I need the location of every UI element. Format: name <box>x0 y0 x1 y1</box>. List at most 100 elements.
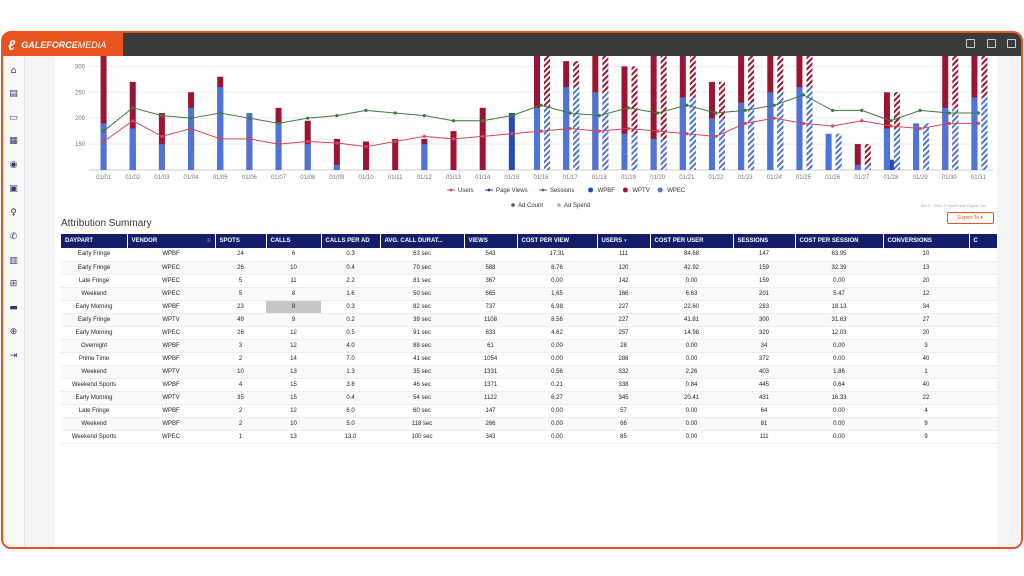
cart-icon[interactable]: ⊞ <box>8 279 19 290</box>
table-row[interactable]: Weekend Sports WPEC 1 13 13.0 100 sec 343 0.00 8… <box>61 430 997 444</box>
bar-wpec <box>796 87 803 170</box>
phone-icon[interactable]: ✆ <box>8 232 19 243</box>
column-header[interactable]: COST PER USER <box>650 234 734 248</box>
x-tick-label: 01/25 <box>796 175 812 181</box>
table-cell: 13 <box>883 261 969 275</box>
table-cell: WPTV <box>127 313 215 327</box>
column-header[interactable]: COST PER VIEW <box>517 234 598 248</box>
table-row[interactable]: Early Morning WPBF 23 8 0.3 82 sec 737 6.98 227 2… <box>61 300 997 314</box>
table-cell: 201 <box>733 287 795 301</box>
column-menu-icon[interactable]: ≡ <box>207 238 211 244</box>
table-cell: 1.86 <box>795 365 883 379</box>
table-row[interactable]: Weekend WPBF 2 10 5.0 118 sec 266 0.00 66 0.00 81 0… <box>61 417 997 431</box>
column-header[interactable]: C <box>969 234 998 248</box>
table-row[interactable]: Early Fringe WPEC 26 10 0.4 70 sec 588 8.76 120 4… <box>61 261 997 275</box>
table-row[interactable]: Weekend WPTV 10 13 1.3 35 sec 1331 0.56 332 2.26 4… <box>61 365 997 379</box>
table-cell: 8 <box>266 300 321 314</box>
table-cell: 147 <box>733 248 795 262</box>
table-cell: 11 <box>266 274 321 288</box>
column-header[interactable]: VENDOR ≡ <box>127 234 216 248</box>
table-cell: 66 <box>597 417 650 431</box>
column-header[interactable]: USERS ▾ <box>597 234 651 248</box>
bar-wpec <box>333 164 340 170</box>
table-cell: WPBF <box>127 378 215 392</box>
legend-marker <box>588 187 594 193</box>
table-cell: 1331 <box>464 365 517 379</box>
table-cell <box>969 287 997 301</box>
point-sessions <box>335 113 339 118</box>
table-cell: 12.03 <box>795 326 883 340</box>
bar-chart-icon[interactable]: ▥ <box>8 256 19 267</box>
column-header[interactable]: CALLS PER AD <box>321 234 381 248</box>
table-cell: 283 <box>733 300 795 314</box>
table-row[interactable]: Early Morning WPEC 26 12 0.5 91 sec 833 4.62 257… <box>61 326 997 340</box>
lightbulb-icon[interactable]: ♀ <box>8 208 19 219</box>
bar-wpec <box>621 133 628 170</box>
table-row[interactable]: Weekend Sports WPBF 4 15 3.8 46 sec 1371 0.21 33… <box>61 378 997 392</box>
table-cell: 5.0 <box>321 417 380 431</box>
x-tick-label: 01/26 <box>825 175 841 181</box>
point-users <box>306 139 310 144</box>
table-row[interactable]: Late Fringe WPBF 2 12 6.0 60 sec 147 0.00 57 0.00… <box>61 404 997 418</box>
table-cell: Early Fringe <box>61 248 127 262</box>
window-icon[interactable] <box>1007 39 1016 48</box>
column-header[interactable]: CALLS <box>266 234 322 248</box>
calculator-icon[interactable] <box>966 39 975 48</box>
table-cell: 227 <box>597 300 650 314</box>
logout-icon[interactable]: ⇥ <box>8 351 19 362</box>
laptop-icon[interactable]: ▬ <box>8 303 19 314</box>
table-row[interactable]: Early Fringe WPTV 49 9 0.2 39 sec 1108 8.56 227 4… <box>61 313 997 327</box>
copyright-text: 2019 - 2024 © GaleForce Digital, Inc. <box>920 203 987 208</box>
bar-wpec <box>738 102 745 170</box>
monitor-icon[interactable]: ▭ <box>8 113 19 124</box>
table-cell: 54 sec <box>380 391 464 405</box>
support-icon[interactable]: ⊕ <box>8 327 19 338</box>
table-cell: 0.00 <box>795 417 883 431</box>
table-cell: 0.00 <box>795 352 883 366</box>
point-users <box>364 145 368 149</box>
table-cell: WPBF <box>127 417 215 431</box>
section-title: Attribution Summary <box>61 218 152 229</box>
point-users <box>656 129 660 133</box>
table-cell <box>969 365 997 379</box>
bar-hatched-wpec <box>544 107 550 170</box>
table-row[interactable]: Early Fringe WPBF 24 6 0.3 63 sec 543 17.31 111 8… <box>61 248 997 262</box>
document-icon[interactable]: ▤ <box>8 89 19 100</box>
point-sessions <box>568 111 572 115</box>
table-row[interactable]: Overnight WPBF 3 12 4.0 88 sec 61 0.00 28 0.00 34 0… <box>61 339 997 353</box>
table-row[interactable]: Prime Time WPBF 2 14 7.0 41 sec 1054 0.00 286 0.0… <box>61 352 997 366</box>
calculator-icon[interactable]: ▦ <box>8 136 19 147</box>
legend-label: WPTV <box>632 188 649 194</box>
bar-wpec <box>825 133 832 170</box>
table-cell: 6.63 <box>650 287 733 301</box>
calendar-icon[interactable]: ▣ <box>8 184 19 195</box>
point-users <box>685 132 689 136</box>
column-header[interactable]: DAYPART <box>61 234 128 248</box>
logo[interactable]: ℓ GALEFORCEMEDIA <box>3 33 123 56</box>
column-header[interactable]: SPOTS <box>215 234 267 248</box>
calendar-icon[interactable] <box>987 39 996 48</box>
table-cell: WPTV <box>127 391 215 405</box>
home-icon[interactable]: ⌂ <box>8 66 19 77</box>
x-tick-label: 01/06 <box>242 175 258 181</box>
bar-hatched-wpec <box>923 123 930 170</box>
sort-arrow-icon[interactable]: ▾ <box>624 238 627 244</box>
table-cell: 3 <box>215 339 266 353</box>
x-tick-label: 01/27 <box>854 175 870 181</box>
column-header[interactable]: CONVERSIONS <box>883 234 970 248</box>
table-row[interactable]: Early Morning WPTV 35 15 0.4 54 sec 1122 6.27 34… <box>61 391 997 405</box>
column-header[interactable]: VIEWS <box>464 234 518 248</box>
table-cell <box>969 339 997 353</box>
eye-icon[interactable]: ◉ <box>8 160 19 171</box>
column-header[interactable]: AVG. CALL DURAT... <box>380 234 465 248</box>
table-cell: 14 <box>266 352 321 366</box>
table-row[interactable]: Late Fringe WPEC 5 11 2.2 81 sec 367 0.00 142 0.0… <box>61 274 997 288</box>
column-header[interactable]: SESSIONS <box>733 234 796 248</box>
column-header[interactable]: COST PER SESSION <box>795 234 884 248</box>
table-row[interactable]: Weekend WPEC 5 8 1.6 50 sec 665 1.65 166 6.63 201 5… <box>61 287 997 301</box>
table-cell: 41.81 <box>650 313 733 327</box>
table-cell: 22.60 <box>650 300 733 314</box>
bar-hatched-wpec <box>660 138 667 170</box>
export-button[interactable]: Export To ▾ <box>947 212 994 224</box>
table-cell: 13.0 <box>321 430 380 444</box>
